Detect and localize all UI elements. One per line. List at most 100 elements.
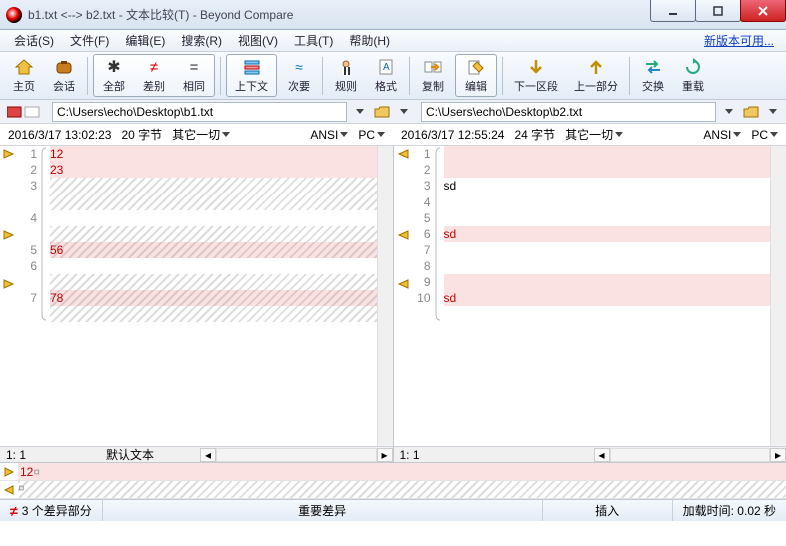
right-timestamp: 2016/3/17 12:55:24 — [401, 128, 504, 142]
left-size: 20 字节 — [121, 126, 162, 143]
session-icon — [53, 57, 75, 77]
code-line[interactable] — [444, 210, 771, 226]
code-line[interactable] — [444, 162, 771, 178]
right-editor[interactable]: 12345678910 sdsdsd — [394, 146, 786, 446]
toolbar: 主页 会话 ✱ 全部 ≠ 差别 = 相同 上下文 ≈ 次要 规则 A — [0, 52, 786, 100]
minimize-button[interactable] — [650, 0, 696, 22]
line-number: 5 — [18, 242, 37, 258]
reload-button[interactable]: 重载 — [673, 55, 713, 96]
line-number: 1 — [18, 146, 37, 162]
right-everything-dropdown[interactable]: 其它一切 — [565, 126, 623, 143]
gutter-marker — [0, 309, 18, 325]
code-line[interactable] — [444, 258, 771, 274]
line-number: 4 — [18, 210, 37, 226]
window-title: b1.txt <--> b2.txt - 文本比较(T) - Beyond Co… — [28, 6, 651, 23]
maximize-button[interactable] — [695, 0, 741, 22]
line-number: 7 — [18, 290, 37, 306]
right-dropdown2-icon[interactable] — [764, 103, 782, 121]
detail-arrow-left-icon — [0, 484, 18, 496]
right-open-icon[interactable] — [742, 103, 760, 121]
gutter-marker — [394, 179, 412, 195]
menu-file[interactable]: 文件(F) — [62, 30, 117, 51]
line-number: 2 — [412, 162, 431, 178]
left-editor[interactable]: 1234567 12235678 — [0, 146, 393, 446]
all-button[interactable]: ✱ 全部 — [94, 55, 134, 96]
new-version-link[interactable]: 新版本可用... — [704, 32, 780, 49]
gutter-marker — [394, 293, 412, 309]
context-button[interactable]: 上下文 — [227, 55, 276, 96]
code-line[interactable] — [444, 306, 771, 322]
menu-help[interactable]: 帮助(H) — [341, 30, 398, 51]
copy-button[interactable]: 复制 — [413, 55, 453, 96]
code-line[interactable]: sd — [444, 178, 771, 194]
left-vscroll[interactable] — [377, 146, 393, 446]
right-status-row: 1: 1 ◂ ▸ — [394, 446, 786, 462]
code-line[interactable] — [50, 306, 377, 322]
copy-icon — [422, 57, 444, 77]
menu-session[interactable]: 会话(S) — [6, 30, 62, 51]
code-line[interactable] — [444, 146, 771, 162]
code-line[interactable] — [444, 194, 771, 210]
left-lineend-dropdown[interactable]: PC — [358, 128, 385, 142]
rules-button[interactable]: 规则 — [326, 55, 366, 96]
code-line[interactable]: sd — [444, 290, 771, 306]
left-encoding-dropdown[interactable]: ANSI — [310, 128, 348, 142]
minor-button[interactable]: ≈ 次要 — [279, 55, 319, 96]
right-lineend-dropdown[interactable]: PC — [751, 128, 778, 142]
swap-button[interactable]: 交换 — [633, 55, 673, 96]
session-button[interactable]: 会话 — [44, 55, 84, 96]
next-section-button[interactable]: 下一区段 — [506, 55, 566, 96]
right-hscroll[interactable] — [610, 448, 771, 462]
left-scroll-left-icon[interactable]: ◂ — [200, 448, 216, 462]
home-button[interactable]: 主页 — [4, 55, 44, 96]
menu-search[interactable]: 搜索(R) — [173, 30, 230, 51]
right-path-input[interactable] — [421, 102, 716, 122]
code-line[interactable]: 12 — [50, 146, 377, 162]
right-encoding-dropdown[interactable]: ANSI — [703, 128, 741, 142]
gutter-marker — [0, 260, 18, 276]
right-scroll-left-icon[interactable]: ◂ — [594, 448, 610, 462]
left-hscroll[interactable] — [216, 448, 377, 462]
code-line[interactable] — [50, 194, 377, 210]
line-number — [412, 306, 431, 322]
left-dropdown2-icon[interactable] — [395, 103, 413, 121]
left-open-icon[interactable] — [373, 103, 391, 121]
code-line[interactable] — [50, 226, 377, 242]
gutter-marker — [0, 293, 18, 309]
gutter-marker — [0, 228, 18, 244]
menu-tools[interactable]: 工具(T) — [286, 30, 341, 51]
close-button[interactable] — [740, 0, 786, 22]
code-line[interactable] — [50, 210, 377, 226]
left-everything-dropdown[interactable]: 其它一切 — [172, 126, 230, 143]
format-button[interactable]: A 格式 — [366, 55, 406, 96]
right-scroll-right-icon[interactable]: ▸ — [770, 448, 786, 462]
code-line[interactable] — [50, 274, 377, 290]
menu-edit[interactable]: 编辑(E) — [117, 30, 173, 51]
code-line[interactable] — [50, 178, 377, 194]
same-button[interactable]: = 相同 — [174, 55, 214, 96]
code-line[interactable] — [50, 258, 377, 274]
left-scroll-right-icon[interactable]: ▸ — [377, 448, 393, 462]
pencil-icon — [465, 57, 487, 77]
menu-view[interactable]: 视图(V) — [230, 30, 286, 51]
gutter-marker — [394, 244, 412, 260]
right-vscroll[interactable] — [770, 146, 786, 446]
gutter-marker — [394, 228, 412, 244]
code-line[interactable] — [444, 274, 771, 290]
code-line[interactable]: 23 — [50, 162, 377, 178]
edit-button[interactable]: 编辑 — [456, 55, 496, 96]
referee-icon — [335, 57, 357, 77]
code-line[interactable]: sd — [444, 226, 771, 242]
svg-text:A: A — [383, 62, 390, 73]
left-dropdown-icon[interactable] — [351, 103, 369, 121]
gutter-marker — [394, 260, 412, 276]
diffs-button[interactable]: ≠ 差别 — [134, 55, 174, 96]
right-dropdown-icon[interactable] — [720, 103, 738, 121]
prev-section-button[interactable]: 上一部分 — [566, 55, 626, 96]
code-line[interactable]: 78 — [50, 290, 377, 306]
compare-mode-icon[interactable] — [0, 105, 48, 119]
left-path-input[interactable] — [52, 102, 347, 122]
code-line[interactable]: 56 — [50, 242, 377, 258]
code-line[interactable] — [444, 242, 771, 258]
left-cursor-pos: 1: 1 — [0, 448, 60, 462]
